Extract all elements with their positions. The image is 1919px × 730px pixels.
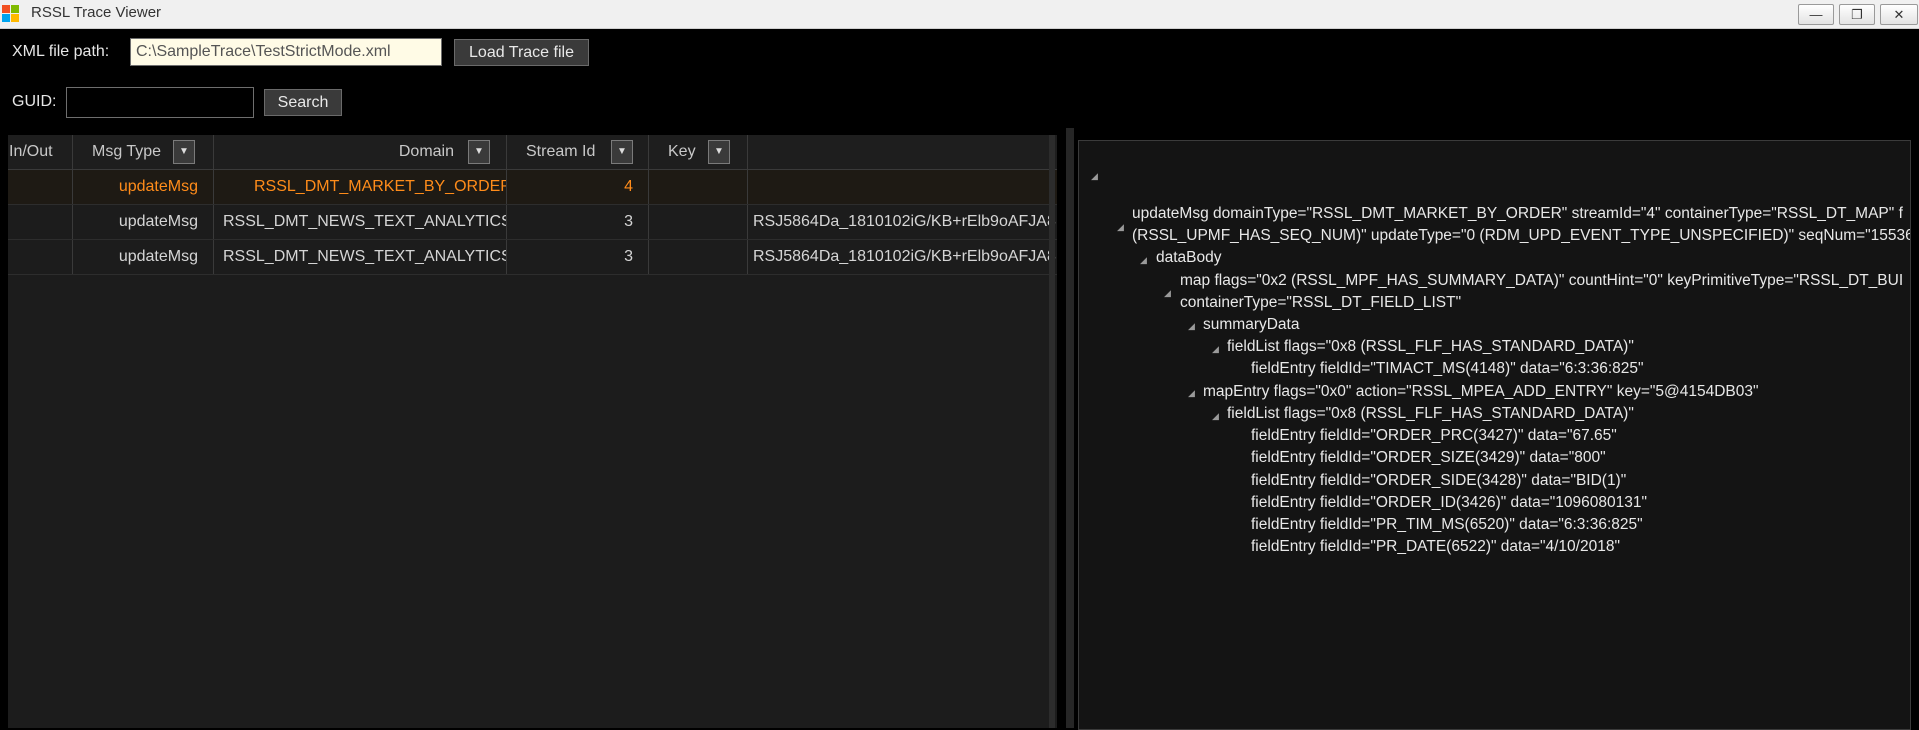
column-header-streamid[interactable]: Stream Id ▼: [507, 135, 649, 169]
guid-label: GUID:: [12, 93, 57, 110]
domain-filter-dropdown[interactable]: ▼: [468, 140, 490, 164]
cell-key: [649, 240, 748, 274]
expand-toggle-icon[interactable]: ◢: [1164, 288, 1171, 299]
tree-node-fieldentry[interactable]: fieldEntry fieldId="PR_DATE(6522)" data=…: [1251, 538, 1620, 556]
tree-node-fieldentry[interactable]: fieldEntry fieldId="ORDER_PRC(3427)" dat…: [1251, 427, 1617, 445]
cell-msgtype: updateMsg: [73, 170, 214, 204]
collapse-triangle-icon[interactable]: ◢: [1091, 171, 1098, 182]
cell-msgtype: updateMsg: [73, 205, 214, 239]
xml-path-input[interactable]: [130, 38, 442, 66]
key-filter-dropdown[interactable]: ▼: [708, 140, 730, 164]
grid-header: In/Out Msg Type ▼ Domain ▼ Stream Id ▼ K…: [8, 135, 1057, 170]
windows-logo-icon: [2, 5, 20, 23]
table-row[interactable]: updateMsg RSSL_DMT_NEWS_TEXT_ANALYTICS 3…: [8, 240, 1057, 275]
tree-node-map-cont: containerType="RSSL_DT_FIELD_LIST": [1180, 294, 1462, 311]
guid-input[interactable]: [66, 87, 254, 118]
cell-extra: RSJ5864Da_1810102iG/KB+rElb9oAFJA8: [753, 213, 1056, 230]
expand-toggle-icon[interactable]: ◢: [1140, 255, 1147, 266]
cell-key: [649, 205, 748, 239]
window-title: RSSL Trace Viewer: [31, 4, 162, 21]
cell-streamid: 4: [507, 170, 649, 204]
column-header-domain[interactable]: Domain ▼: [214, 135, 507, 169]
tree-node-fieldentry[interactable]: fieldEntry fieldId="PR_TIM_MS(6520)" dat…: [1251, 516, 1643, 534]
tree-node-fieldentry[interactable]: fieldEntry fieldId="ORDER_ID(3426)" data…: [1251, 494, 1647, 512]
xml-path-label: XML file path:: [12, 43, 110, 60]
cell-inout: [8, 240, 73, 274]
grid-vertical-scrollbar[interactable]: [1049, 135, 1055, 728]
table-row[interactable]: updateMsg RSSL_DMT_MARKET_BY_ORDER 4: [8, 170, 1057, 205]
cell-extra: RSJ5864Da_1810102iG/KB+rElb9oAFJA8: [753, 248, 1056, 265]
message-detail-tree: ◢ ◢ updateMsg domainType="RSSL_DMT_MARKE…: [1078, 140, 1911, 730]
tree-node-fieldentry[interactable]: fieldEntry fieldId="TIMACT_MS(4148)" dat…: [1251, 360, 1644, 378]
expand-toggle-icon[interactable]: ◢: [1212, 344, 1219, 355]
cell-domain: RSSL_DMT_NEWS_TEXT_ANALYTICS: [214, 240, 507, 274]
expand-toggle-icon[interactable]: ◢: [1188, 388, 1195, 399]
panel-splitter[interactable]: [1066, 128, 1074, 728]
cell-streamid: 3: [507, 240, 649, 274]
expand-toggle-icon[interactable]: ◢: [1188, 321, 1195, 332]
cell-inout: [8, 170, 73, 204]
tree-node-fieldlist[interactable]: fieldList flags="0x8 (RSSL_FLF_HAS_STAND…: [1227, 338, 1634, 356]
restore-button[interactable]: ❐: [1839, 4, 1875, 25]
tree-node-updatemsg[interactable]: updateMsg domainType="RSSL_DMT_MARKET_BY…: [1132, 205, 1903, 223]
search-button[interactable]: Search: [264, 89, 342, 116]
load-trace-button[interactable]: Load Trace file: [454, 39, 589, 66]
expand-toggle-icon[interactable]: ◢: [1117, 222, 1124, 233]
tree-node-fieldentry[interactable]: fieldEntry fieldId="ORDER_SIDE(3428)" da…: [1251, 472, 1626, 490]
title-bar: RSSL Trace Viewer — ❐ ✕: [0, 0, 1919, 29]
streamid-filter-dropdown[interactable]: ▼: [611, 140, 633, 164]
cell-domain: RSSL_DMT_NEWS_TEXT_ANALYTICS: [214, 205, 507, 239]
tree-node-mapentry[interactable]: mapEntry flags="0x0" action="RSSL_MPEA_A…: [1203, 383, 1759, 401]
cell-domain: RSSL_DMT_MARKET_BY_ORDER: [214, 170, 507, 204]
tree-node-updatemsg-cont: (RSSL_UPMF_HAS_SEQ_NUM)" updateType="0 (…: [1132, 227, 1911, 244]
cell-extra: [748, 170, 1057, 204]
msgtype-filter-dropdown[interactable]: ▼: [173, 140, 195, 164]
expand-toggle-icon[interactable]: ◢: [1212, 411, 1219, 422]
tree-node-fieldentry[interactable]: fieldEntry fieldId="ORDER_SIZE(3429)" da…: [1251, 449, 1606, 467]
cell-msgtype: updateMsg: [73, 240, 214, 274]
tree-node-databody[interactable]: dataBody: [1156, 249, 1222, 267]
column-header-key[interactable]: Key ▼: [649, 135, 748, 169]
close-button[interactable]: ✕: [1880, 4, 1918, 25]
cell-key: [649, 170, 748, 204]
column-header-inout[interactable]: In/Out: [8, 135, 73, 169]
cell-streamid: 3: [507, 205, 649, 239]
cell-inout: [8, 205, 73, 239]
table-row[interactable]: updateMsg RSSL_DMT_NEWS_TEXT_ANALYTICS 3…: [8, 205, 1057, 240]
tree-node-fieldlist[interactable]: fieldList flags="0x8 (RSSL_FLF_HAS_STAND…: [1227, 405, 1634, 423]
tree-node-summarydata[interactable]: summaryData: [1203, 316, 1299, 334]
minimize-button[interactable]: —: [1798, 4, 1834, 25]
message-grid: In/Out Msg Type ▼ Domain ▼ Stream Id ▼ K…: [8, 135, 1057, 728]
tree-node-map[interactable]: map flags="0x2 (RSSL_MPF_HAS_SUMMARY_DAT…: [1180, 272, 1903, 290]
column-header-msgtype[interactable]: Msg Type ▼: [73, 135, 214, 169]
